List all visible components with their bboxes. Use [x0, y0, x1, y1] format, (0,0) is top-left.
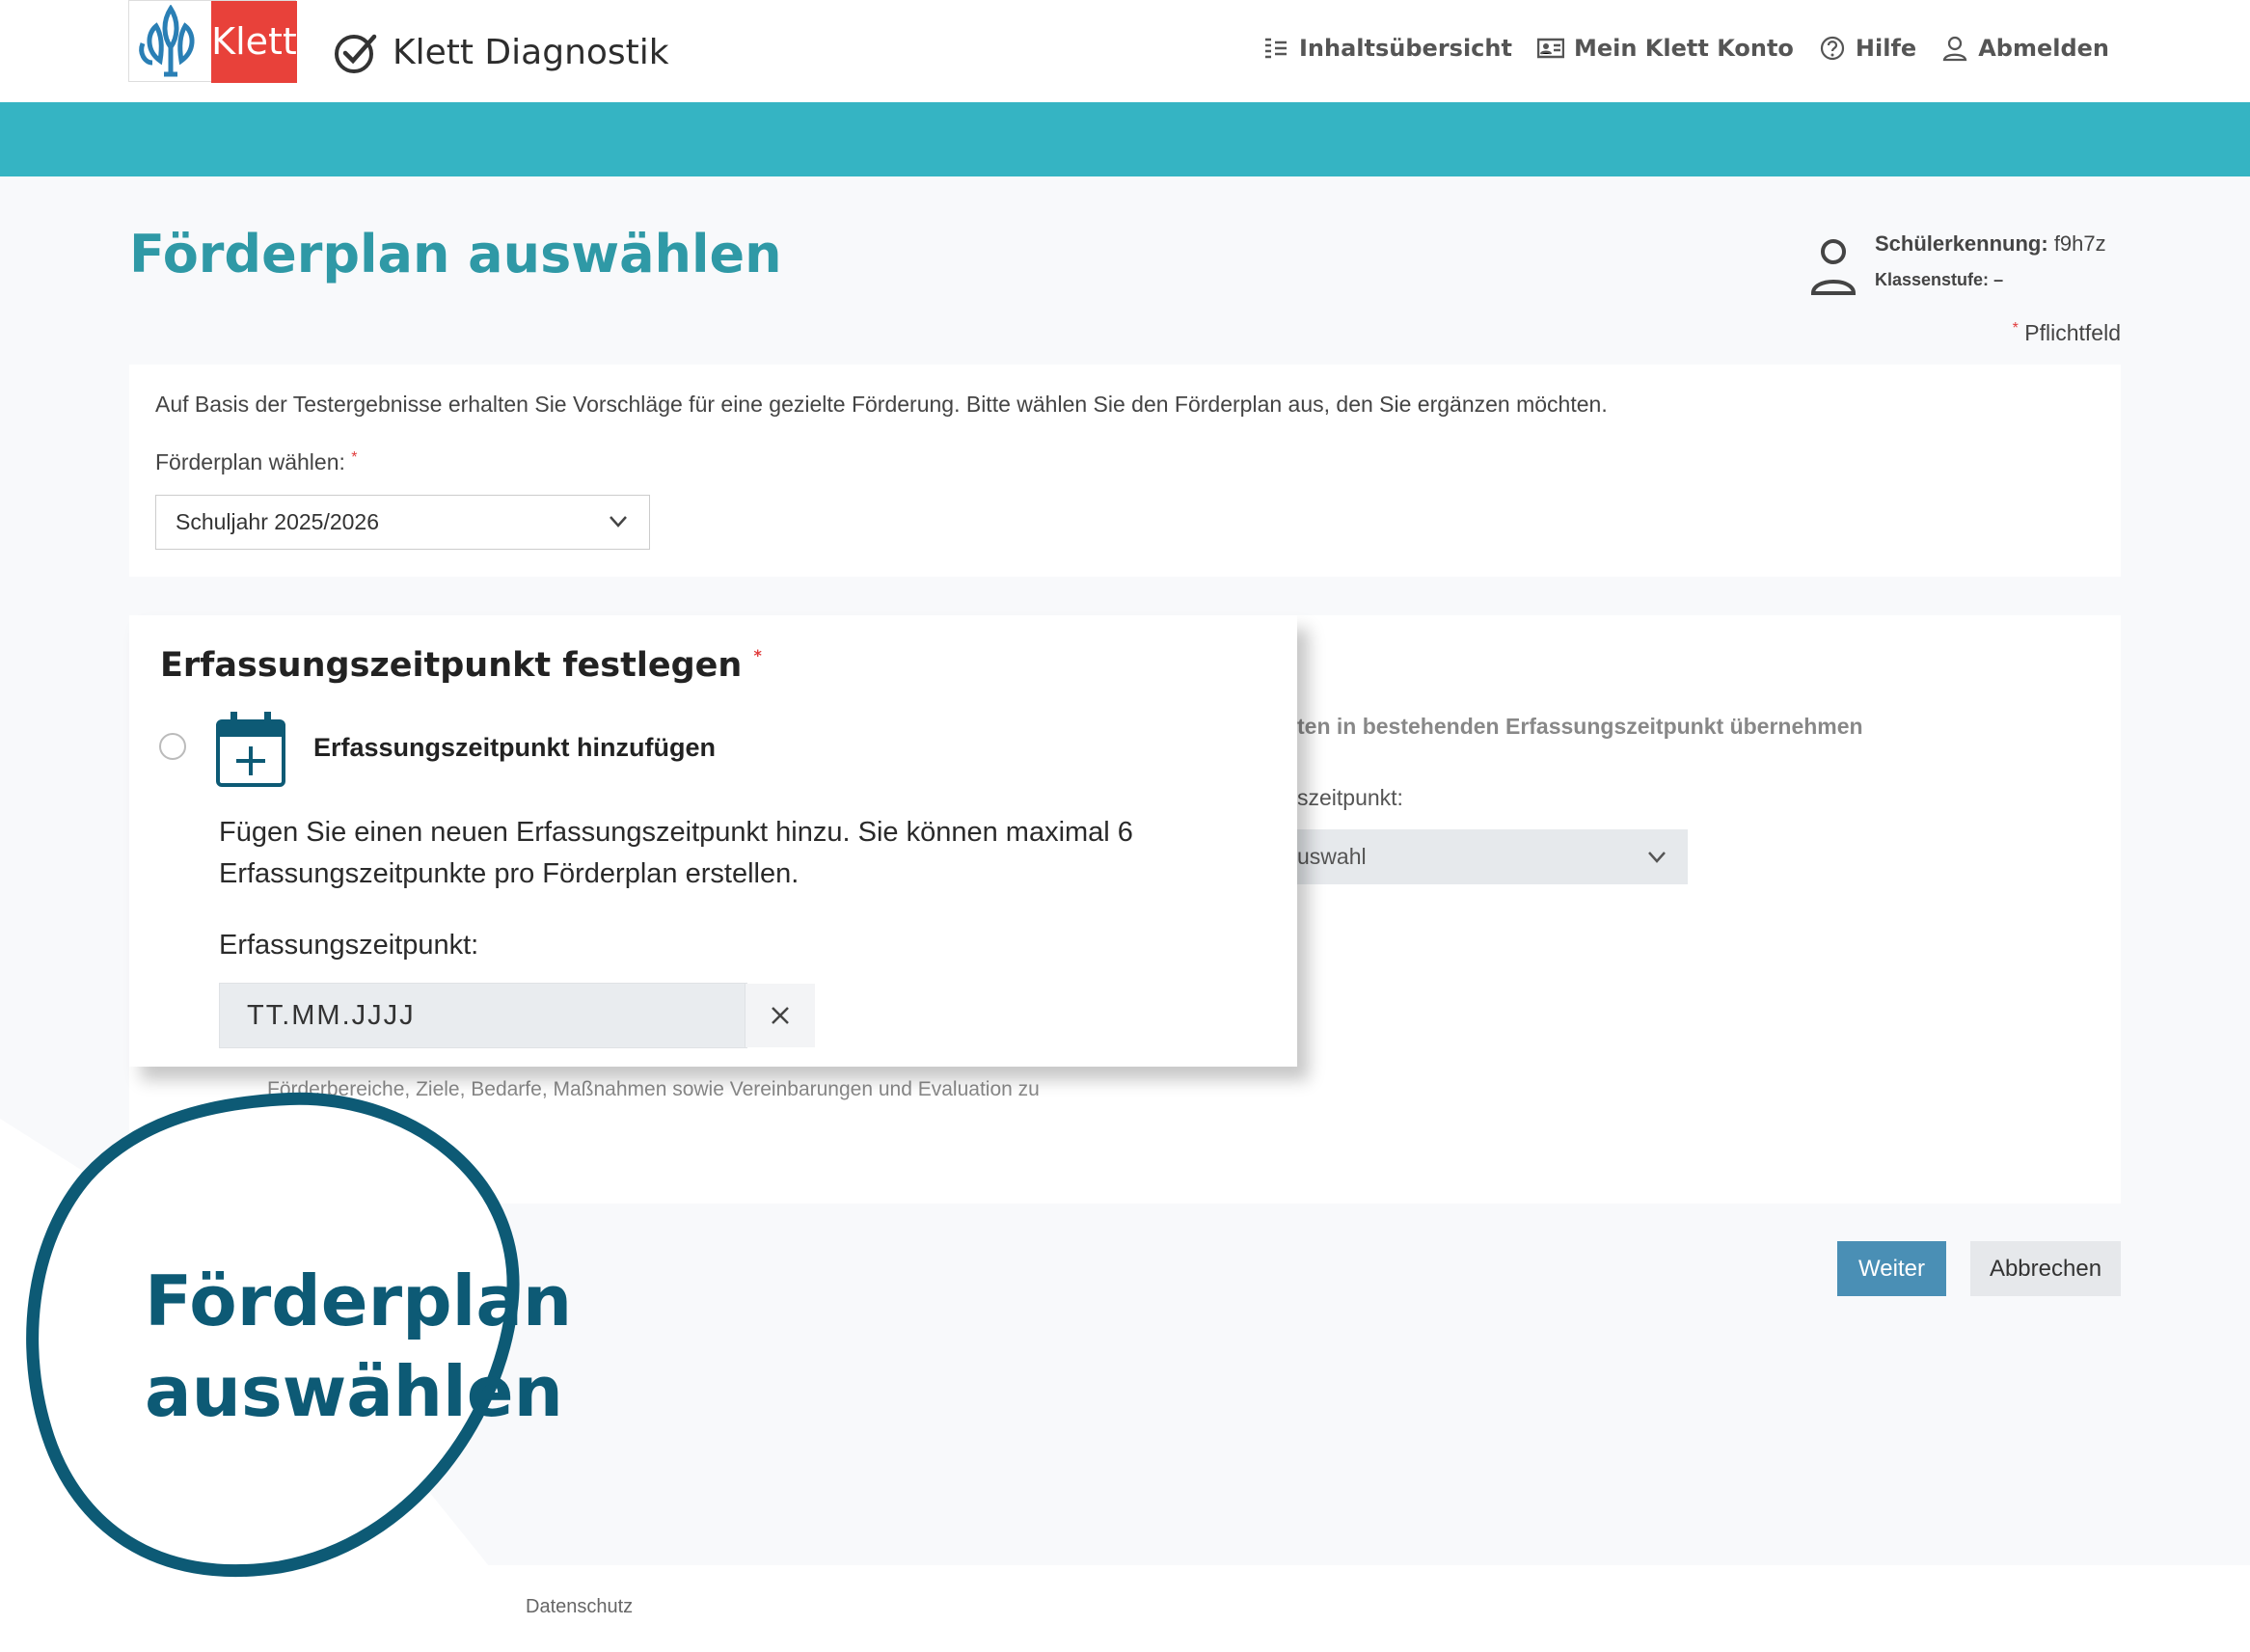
- next-button[interactable]: Weiter: [1837, 1241, 1946, 1296]
- existing-option-label[interactable]: ten in bestehenden Erfassungszeitpunkt ü…: [1297, 714, 1863, 740]
- klett-logo[interactable]: Klett: [128, 0, 297, 83]
- promo-title: Förderplan auswählen: [145, 1256, 573, 1437]
- foerderplan-selected: Schuljahr 2025/2026: [176, 509, 379, 534]
- id-card-icon: [1536, 38, 1564, 59]
- grade-label: Klassenstufe:: [1875, 270, 1990, 289]
- clear-date-button[interactable]: [745, 984, 815, 1047]
- nav-mein-klett-konto[interactable]: Mein Klett Konto: [1536, 35, 1794, 62]
- date-field: [219, 983, 815, 1048]
- nav-label: Inhaltsübersicht: [1299, 35, 1512, 62]
- list-icon: [1265, 38, 1287, 59]
- page-title: Förderplan auswählen: [129, 224, 782, 284]
- help-circle-icon: [1820, 36, 1845, 61]
- student-info: Schülerkennung: f9h7z Klassenstufe: –: [1809, 231, 2106, 297]
- nav-inhaltsuebersicht[interactable]: Inhaltsübersicht: [1262, 35, 1512, 62]
- cancel-button[interactable]: Abbrechen: [1970, 1241, 2121, 1296]
- intro-text: Auf Basis der Testergebnisse erhalten Si…: [155, 392, 1608, 417]
- foerderplan-card: Auf Basis der Testergebnisse erhalten Si…: [129, 365, 2121, 577]
- user-icon: [1810, 239, 1857, 295]
- calendar-add-icon: [216, 712, 285, 787]
- nav-abmelden[interactable]: Abmelden: [1941, 35, 2109, 62]
- promo-line-1: Förderplan: [145, 1260, 573, 1341]
- erfassung-title-text: Erfassungszeitpunkt festlegen: [160, 646, 743, 685]
- nav-hilfe[interactable]: Hilfe: [1819, 35, 1916, 62]
- student-id-value: f9h7z: [2053, 231, 2106, 256]
- existing-select-label: szeitpunkt:: [1297, 785, 1403, 810]
- chevron-down-icon: [610, 516, 627, 528]
- erfassung-title: Erfassungszeitpunkt festlegen *: [160, 646, 762, 685]
- nav-label: Mein Klett Konto: [1573, 35, 1794, 62]
- foerderplan-label: Förderplan wählen: *: [155, 449, 358, 474]
- user-icon: [1942, 36, 1967, 62]
- chevron-down-icon: [1648, 852, 1666, 863]
- product-brand[interactable]: Klett Diagnostik: [333, 25, 669, 79]
- existing-select[interactable]: uswahl: [1297, 829, 1688, 884]
- nav-label: Hilfe: [1855, 35, 1917, 62]
- foerderplan-select[interactable]: Schuljahr 2025/2026: [155, 495, 650, 550]
- app-header: Klett Klett Diagnostik Inhaltsübersicht …: [0, 0, 2250, 102]
- required-note: * Pflichtfeld: [2012, 320, 2121, 345]
- date-input[interactable]: [220, 984, 745, 1047]
- existing-select-value: uswahl: [1297, 844, 1367, 869]
- erfassungszeitpunkt-label: Erfassungszeitpunkt:: [219, 930, 479, 961]
- product-name: Klett Diagnostik: [393, 32, 669, 72]
- close-icon: [772, 1007, 789, 1024]
- logo-wordmark: Klett: [211, 1, 297, 83]
- erfassung-highlight-panel: Erfassungszeitpunkt festlegen * Erfassun…: [129, 615, 1297, 1067]
- check-circle-icon: [335, 34, 377, 73]
- top-nav: Inhaltsübersicht Mein Klett Konto Hilfe …: [1262, 35, 2109, 62]
- grade-value: –: [1993, 270, 2004, 289]
- klett-leaf-icon: [139, 5, 195, 77]
- nav-label: Abmelden: [1978, 35, 2109, 62]
- add-erfassung-description: Fügen Sie einen neuen Erfassungszeitpunk…: [219, 817, 1133, 889]
- add-erfassung-radio[interactable]: [159, 733, 186, 760]
- promo-line-2: auswählen: [145, 1351, 563, 1432]
- privacy-link[interactable]: Datenschutz: [526, 1596, 633, 1618]
- add-erfassung-label[interactable]: Erfassungszeitpunkt hinzufügen: [313, 733, 716, 763]
- student-id-label: Schülerkennung:: [1875, 231, 2048, 256]
- required-note-text: Pflichtfeld: [2024, 320, 2121, 345]
- foerderplan-label-text: Förderplan wählen:: [155, 449, 345, 474]
- header-accent-bar: [0, 102, 2250, 176]
